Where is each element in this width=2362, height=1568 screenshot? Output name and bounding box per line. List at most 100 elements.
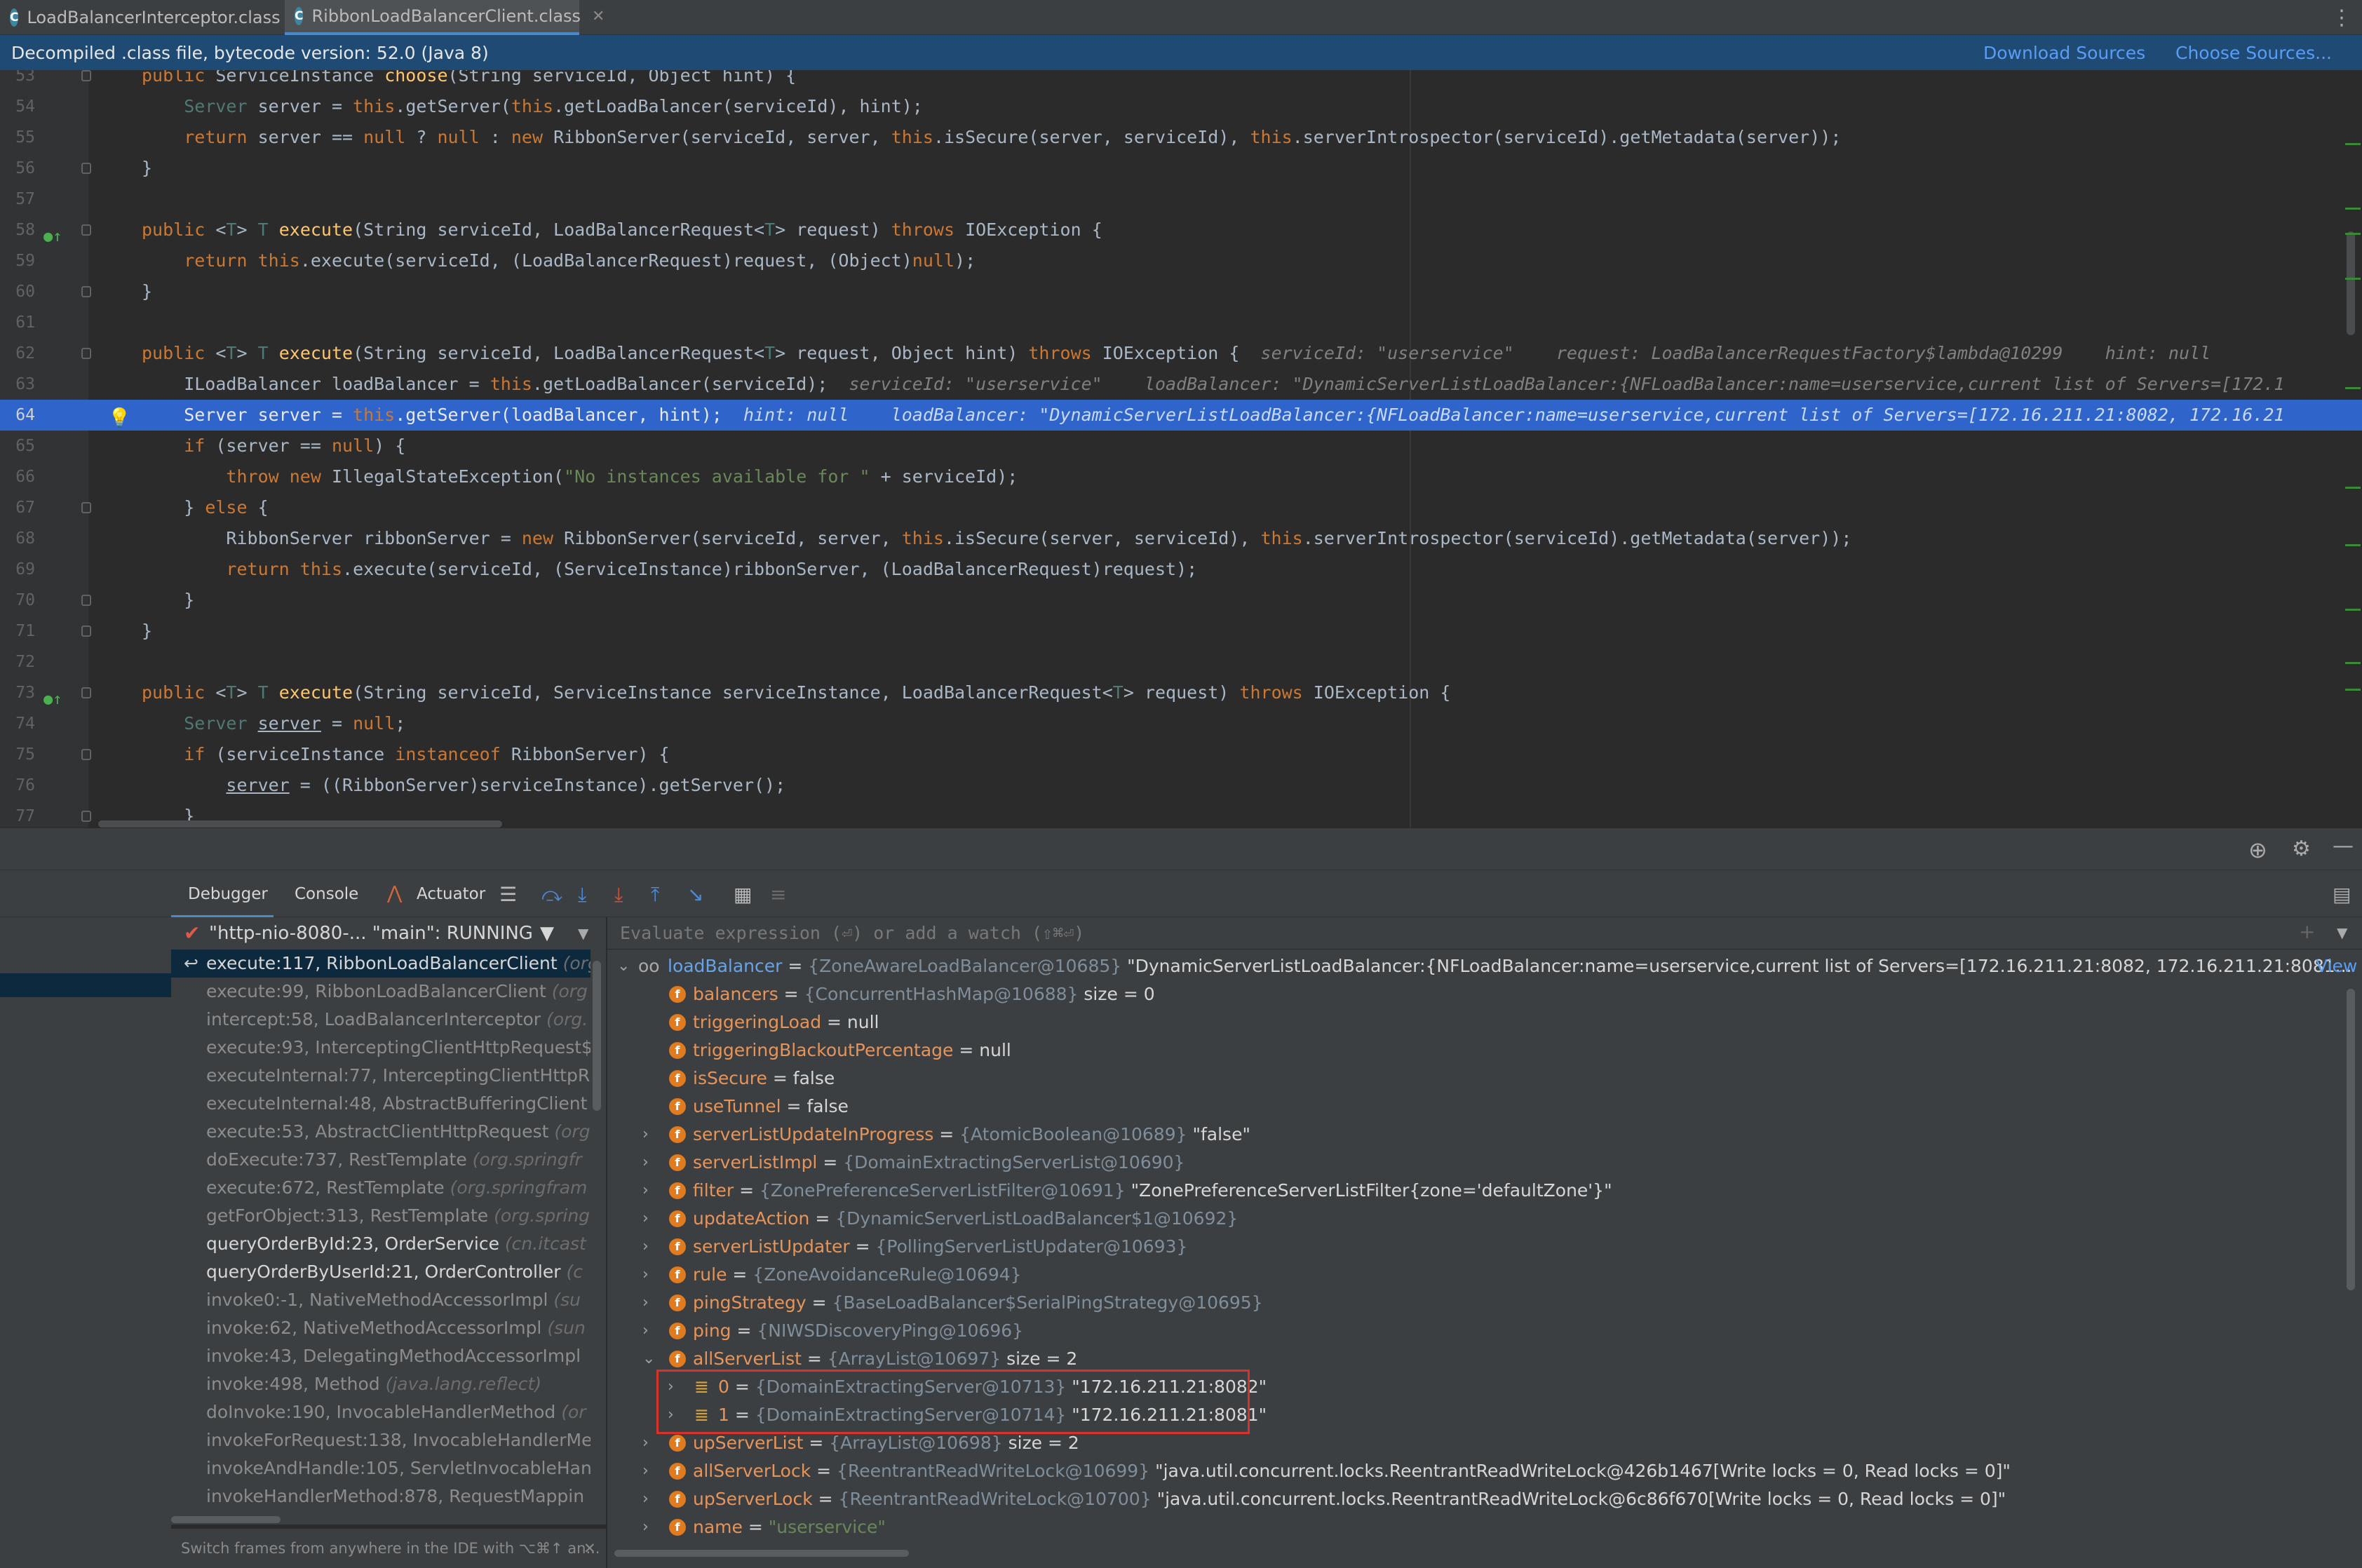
frames-scrollbar[interactable] [593,961,601,1111]
chevron-right-icon[interactable]: › [642,1149,649,1177]
tab-loadbalancerinterceptor[interactable]: C LoadBalancerInterceptor.class ✕ [0,0,304,35]
step-over-icon[interactable]: ⤼ [541,883,562,907]
chevron-right-icon[interactable]: › [642,1429,649,1457]
variable-row[interactable]: f triggeringLoad = null [607,1008,2347,1036]
fold-icon[interactable] [81,626,91,637]
frame-item[interactable]: queryOrderByUserId:21, OrderController (… [171,1258,590,1286]
variable-row[interactable]: › f name = "userservice" [607,1513,2347,1541]
code-line[interactable]: 74 Server server = null; [0,708,2362,739]
chevron-down-icon[interactable]: ⌄ [617,952,630,980]
code-line[interactable]: 67 } else { [0,492,2362,523]
variables-panel[interactable]: Evaluate expression (⏎) or add a watch (… [607,917,2362,1568]
frame-item[interactable]: invoke:498, Method (java.lang.reflect) [171,1370,590,1398]
chevron-right-icon[interactable]: › [642,1289,649,1317]
step-into-icon[interactable]: ⤓ [578,883,586,907]
tab-console[interactable]: Console [295,870,358,918]
session-selection[interactable] [0,973,171,997]
fold-icon[interactable] [81,70,91,81]
force-step-into-icon[interactable]: ⤓ [614,883,623,907]
menu-icon[interactable]: ☰ [499,883,517,906]
frames-list[interactable]: ↩ execute:117, RibbonLoadBalancerClient (… [171,949,606,1525]
variable-row[interactable]: › f pingStrategy = {BaseLoadBalancer$Seria… [607,1289,2347,1317]
close-icon[interactable]: ✕ [592,8,605,25]
code-line[interactable]: 69 return this.execute(serviceId, (Servi… [0,554,2362,585]
variable-row[interactable]: ⌄ oo loadBalancer = {ZoneAwareLoadBalanc… [607,952,2357,980]
chevron-right-icon[interactable]: › [642,1205,649,1233]
crosshair-icon[interactable]: ⊕ [2248,837,2267,863]
code-line[interactable]: 63 ILoadBalancer loadBalancer = this.get… [0,369,2362,400]
chevron-right-icon[interactable]: › [642,1485,649,1513]
code-line[interactable]: 57 [0,184,2362,215]
download-sources-link[interactable]: Download Sources [1983,43,2145,63]
code-line[interactable]: 56} [0,153,2362,184]
variable-row[interactable]: ⌄ f allServerList = {ArrayList@10697} size… [607,1345,2347,1373]
frame-item[interactable]: executeInternal:77, InterceptingClientHt… [171,1062,590,1090]
code-line[interactable]: 76 server = ((RibbonServer)serviceInstan… [0,770,2362,801]
frame-item[interactable]: invoke0:-1, NativeMethodAccessorImpl (su [171,1286,590,1314]
frame-item[interactable]: intercept:58, LoadBalancerInterceptor (o… [171,1006,590,1034]
frames-horizontal-scrollbar[interactable] [171,1516,281,1523]
code-line[interactable]: 61 [0,307,2362,338]
fold-icon[interactable] [81,749,91,760]
variable-row[interactable]: f isSecure = false [607,1065,2347,1093]
frame-item[interactable]: doExecute:737, RestTemplate (org.springf… [171,1146,590,1174]
chevron-right-icon[interactable]: › [642,1317,649,1345]
code-line[interactable]: 65 if (server == null) { [0,431,2362,461]
code-line[interactable]: 75 if (serviceInstance instanceof Ribbon… [0,739,2362,770]
frame-item[interactable]: queryOrderById:23, OrderService (cn.itca… [171,1230,590,1258]
layout-icon[interactable]: ▤ [2333,883,2351,906]
variable-row[interactable]: › f upServerLock = {ReentrantReadWriteLock… [607,1485,2347,1513]
variable-row[interactable]: › f updateAction = {DynamicServerListLoadB… [607,1205,2347,1233]
frame-item[interactable]: execute:93, InterceptingClientHttpReques… [171,1034,590,1062]
variable-row[interactable]: f balancers = {ConcurrentHashMap@10688} s… [607,980,2347,1008]
tab-actuator[interactable]: Actuator [417,870,485,918]
code-line[interactable]: 68 RibbonServer ribbonServer = new Ribbo… [0,523,2362,554]
frame-item[interactable]: ↩ execute:117, RibbonLoadBalancerClient (… [171,949,590,978]
fold-icon[interactable] [81,687,91,698]
frame-item[interactable]: execute:99, RibbonLoadBalancerClient (or… [171,978,590,1006]
fold-icon[interactable] [81,163,91,174]
fold-icon[interactable] [81,286,91,297]
frame-item[interactable]: execute:672, RestTemplate (org.springfra… [171,1174,590,1202]
chevron-down-icon[interactable]: ▼ [578,917,588,949]
thread-selector[interactable]: ✔ "http-nio-8080-... "main": RUNNING ▼ ▼ [171,917,606,949]
frame-item[interactable]: invokeForRequest:138, InvocableHandlerMe [171,1426,590,1454]
editor-vertical-scrollbar[interactable] [2347,231,2355,335]
code-line[interactable]: 54 Server server = this.getServer(this.g… [0,91,2362,122]
variable-row[interactable]: › f upServerList = {ArrayList@10698} size … [607,1429,2347,1457]
tab-debugger[interactable]: Debugger [171,870,274,918]
more-icon[interactable]: ⋮ [2331,6,2352,30]
variable-row[interactable]: › f serverListUpdateInProgress = {AtomicBo… [607,1121,2347,1149]
editor-horizontal-scrollbar[interactable] [98,820,502,827]
choose-sources-link[interactable]: Choose Sources... [2175,43,2332,63]
code-editor[interactable]: 53 public ServiceInstance choose(String s… [0,70,2362,827]
add-watch-icon[interactable]: + [2299,920,2315,943]
code-line[interactable]: 71} [0,616,2362,647]
code-line[interactable]: 60} [0,276,2362,307]
variable-row[interactable]: f triggeringBlackoutPercentage = null [607,1036,2347,1065]
code-line[interactable]: 53 public ServiceInstance choose(String s… [0,70,2362,91]
fold-icon[interactable] [81,348,91,359]
chevron-right-icon[interactable]: › [642,1121,649,1149]
fold-icon[interactable] [81,224,91,236]
variables-horizontal-scrollbar[interactable] [614,1550,909,1557]
variable-row[interactable]: › f serverListUpdater = {PollingServerList… [607,1233,2347,1261]
variable-row[interactable]: › f serverListImpl = {DomainExtractingServ… [607,1149,2347,1177]
variable-row[interactable]: › f rule = {ZoneAvoidanceRule@10694} [607,1261,2347,1289]
close-icon[interactable]: ✕ [583,1529,596,1568]
code-line[interactable]: 58 ●↑ public <T> T execute(String serviceI… [0,215,2362,245]
code-line[interactable]: 55 return server == null ? null : new Ri… [0,122,2362,153]
code-line[interactable]: 62 public <T> T execute(String serviceId,… [0,338,2362,369]
code-line[interactable]: 73 ●↑ public <T> T execute(String serviceI… [0,677,2362,708]
chevron-right-icon[interactable]: › [642,1177,649,1205]
frame-item[interactable]: executeInternal:48, AbstractBufferingCli… [171,1090,590,1118]
code-line[interactable]: 72 [0,647,2362,677]
variables-scrollbar[interactable] [2347,989,2355,1290]
chevron-right-icon[interactable]: › [642,1233,649,1261]
frame-item[interactable]: invoke:43, DelegatingMethodAccessorImpl [171,1342,590,1370]
frame-item[interactable]: invoke:62, NativeMethodAccessorImpl (sun [171,1314,590,1342]
frame-item[interactable]: getForObject:313, RestTemplate (org.spri… [171,1202,590,1230]
variable-row[interactable]: › f filter = {ZonePreferenceServerListFilt… [607,1177,2347,1205]
evaluate-expression-input[interactable]: Evaluate expression (⏎) or add a watch (… [607,917,2362,949]
code-line[interactable]: 66 throw new IllegalStateException("No i… [0,461,2362,492]
